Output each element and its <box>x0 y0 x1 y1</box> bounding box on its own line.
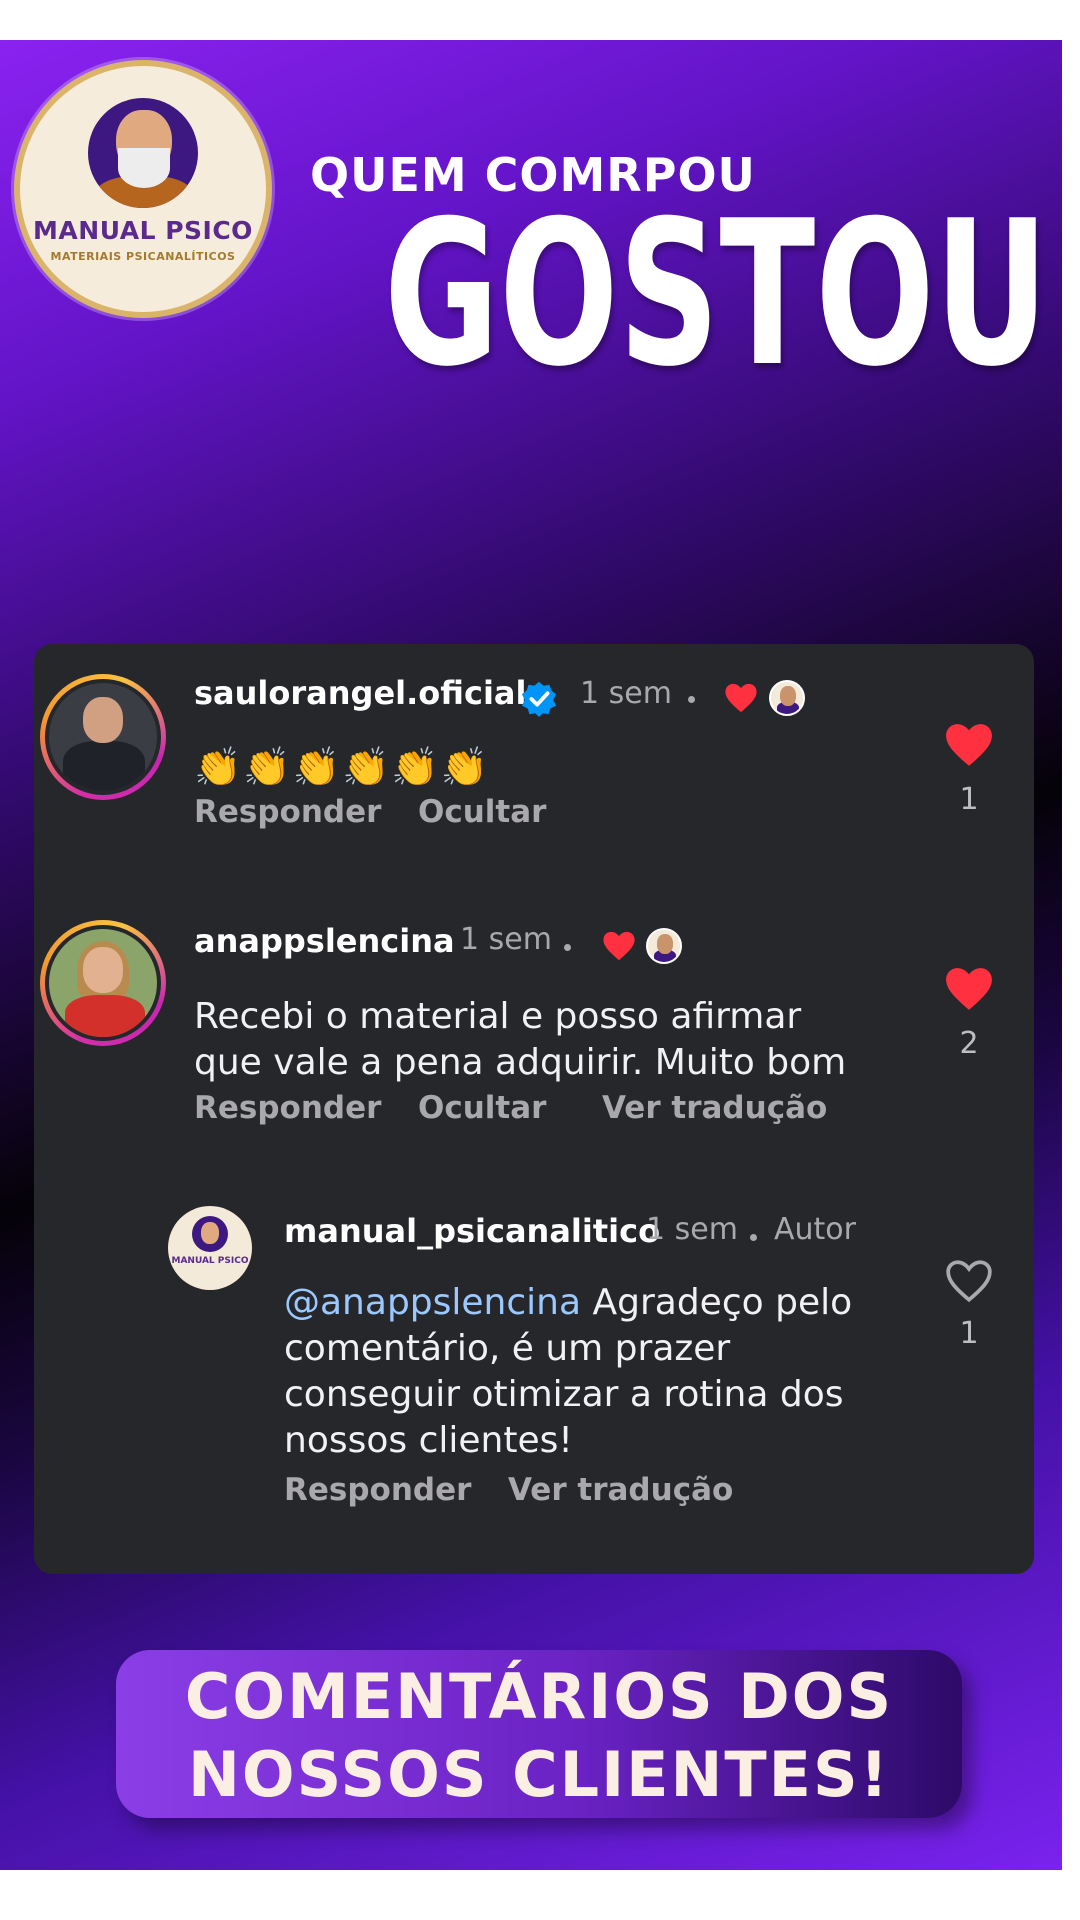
avatar-anappslencina[interactable] <box>40 920 166 1046</box>
reply-avatar-text: MANUAL PSICO <box>171 1256 249 1266</box>
like-heart-filled-icon[interactable] <box>944 722 994 768</box>
hide-button[interactable]: Ocultar <box>418 1090 546 1126</box>
reply-button[interactable]: Responder <box>194 794 381 830</box>
comment-text: Recebi o material e posso afirmar que va… <box>194 994 954 1086</box>
banner-line-1: COMENTÁRIOS DOS <box>184 1660 894 1733</box>
logo-portrait <box>88 98 198 208</box>
comment-time: 1 sem <box>460 922 552 957</box>
creator-avatar-icon <box>769 680 805 716</box>
comment-username[interactable]: anappslencina <box>194 922 455 960</box>
comment-username[interactable]: saulorangel.oficial <box>194 674 526 712</box>
reply-text: @anappslencina Agradeço pelo comentário,… <box>284 1280 964 1464</box>
headline-big: GOSTOU <box>384 178 1049 411</box>
logo-title: MANUAL PSICO <box>33 216 253 245</box>
bottom-margin <box>0 1870 1080 1920</box>
brand-logo: MANUAL PSICO MATERIAIS PSICANALÍTICOS <box>14 60 272 318</box>
separator-dot <box>750 1234 757 1241</box>
reply-button[interactable]: Responder <box>284 1472 471 1508</box>
verified-badge-icon <box>521 681 557 718</box>
creator-liked-heart-icon <box>725 683 757 713</box>
comment-text: 👏👏👏👏👏👏 <box>194 745 490 789</box>
mention-link[interactable]: @anappslencina <box>284 1282 581 1323</box>
avatar-saulorangel[interactable] <box>40 674 166 800</box>
separator-dot <box>688 696 695 703</box>
cta-banner: COMENTÁRIOS DOS NOSSOS CLIENTES! <box>116 1650 962 1818</box>
like-count: 2 <box>959 1026 979 1061</box>
reply-button[interactable]: Responder <box>194 1090 381 1126</box>
creator-avatar-icon <box>646 928 682 964</box>
logo-subtitle: MATERIAIS PSICANALÍTICOS <box>50 250 236 263</box>
hide-button[interactable]: Ocultar <box>418 794 546 830</box>
comment-text-line: que vale a pena adquirir. Muito bom <box>194 1042 847 1083</box>
banner-line-2: NOSSOS CLIENTES! <box>188 1738 890 1811</box>
like-heart-outline-icon[interactable] <box>944 1258 994 1304</box>
right-margin <box>1062 0 1080 1920</box>
reply-text-line: comentário, é um prazer <box>284 1328 731 1369</box>
avatar-manual-psicanalitico[interactable]: MANUAL PSICO <box>168 1206 252 1290</box>
reply-text-line: Agradeço pelo <box>581 1282 853 1323</box>
comment-time: 1 sem <box>580 676 672 711</box>
see-translation-button[interactable]: Ver tradução <box>508 1472 733 1508</box>
like-count: 1 <box>959 782 979 817</box>
reply-text-line: nossos clientes! <box>284 1420 573 1461</box>
separator-dot <box>564 944 571 951</box>
author-label: Autor <box>774 1212 856 1247</box>
comment-text-line: Recebi o material e posso afirmar <box>194 996 802 1037</box>
reply-username[interactable]: manual_psicanalitico <box>284 1212 660 1250</box>
like-count: 1 <box>959 1316 979 1351</box>
reply-time: 1 sem <box>646 1212 738 1247</box>
comments-panel: saulorangel.oficial 1 sem 👏👏👏👏👏👏 Respond… <box>34 644 1034 1574</box>
reply-text-line: conseguir otimizar a rotina dos <box>284 1374 844 1415</box>
creator-liked-heart-icon <box>603 931 635 961</box>
like-heart-filled-icon[interactable] <box>944 966 994 1012</box>
poster-background: MANUAL PSICO MATERIAIS PSICANALÍTICOS QU… <box>0 40 1062 1870</box>
see-translation-button[interactable]: Ver tradução <box>602 1090 827 1126</box>
